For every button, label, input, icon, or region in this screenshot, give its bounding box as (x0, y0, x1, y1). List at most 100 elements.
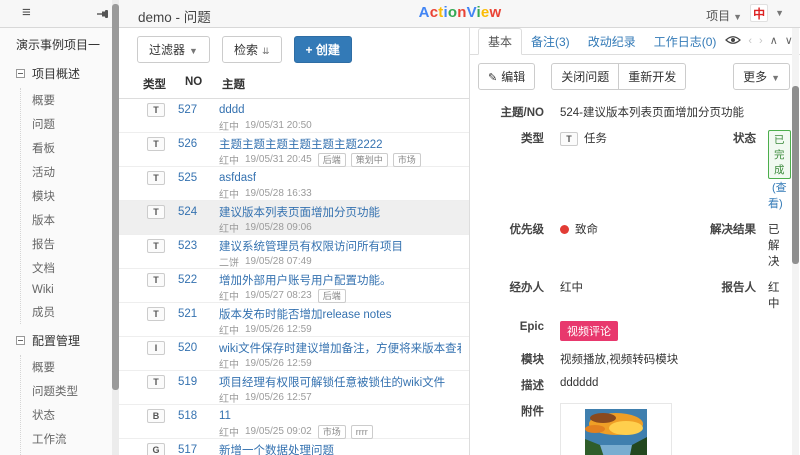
sidebar-item-模块[interactable]: 模块 (32, 184, 112, 208)
topbar: ≡ demo - 问题 ActionView 项目 ▼ 中 ▼ (0, 0, 800, 28)
sidebar-item-问题[interactable]: 问题 (32, 112, 112, 136)
issue-type-badge: I (147, 341, 165, 355)
detail-tab-工作日志(0)[interactable]: 工作日志(0) (645, 29, 726, 54)
issue-row[interactable]: G 517 新增一个数据处理问题 四条 19/05/23 17:01 (119, 439, 469, 455)
detail-tab-基本[interactable]: 基本 (478, 28, 523, 55)
issue-no-link[interactable]: 521 (178, 308, 206, 320)
issue-title-link[interactable]: 建议系统管理员有权限访问所有项目 (219, 238, 403, 254)
pin-icon[interactable] (96, 7, 110, 26)
attachment-thumbnail[interactable]: IMG_0012.JPG (560, 403, 672, 455)
issue-title-link[interactable]: 增加外部用户账号用户配置功能。 (219, 272, 392, 288)
detail-tab-备注(3)[interactable]: 备注(3) (522, 29, 579, 54)
sidebar-scrollbar[interactable] (112, 0, 119, 455)
project-menu-button[interactable]: 项目 ▼ (706, 7, 742, 24)
sidebar-item-文档[interactable]: 文档 (32, 256, 112, 280)
issue-row[interactable]: T 527 dddd 红中 19/05/31 20:50 (119, 99, 469, 133)
sidebar-item-报告[interactable]: 报告 (32, 232, 112, 256)
issue-assignee: 红中 (219, 360, 239, 371)
next-icon[interactable]: › (759, 36, 763, 47)
issue-no-link[interactable]: 518 (178, 410, 206, 422)
issue-no-link[interactable]: 520 (178, 342, 206, 354)
issue-title-link[interactable]: 主题主题主题主题主题主题2222 (219, 136, 383, 152)
sidebar-item-工作流[interactable]: 工作流 (32, 427, 112, 451)
watch-eye-icon[interactable] (725, 35, 742, 48)
issue-title-link[interactable]: 项目经理有权限可解锁任意被锁住的wiki文件 (219, 374, 445, 390)
create-button[interactable]: + 创建 (293, 36, 352, 63)
sidebar-section-header[interactable]: 项目概述 (16, 65, 112, 82)
field-label: 经办人 (509, 282, 545, 294)
issue-title-link[interactable]: wiki文件保存时建议增加备注，方便将来版本查看 (219, 340, 461, 356)
scrollbar-thumb[interactable] (792, 86, 799, 264)
issue-row[interactable]: T 522 增加外部用户账号用户配置功能。 红中 19/05/27 08:23 … (119, 269, 469, 303)
menu-icon[interactable]: ≡ (22, 4, 31, 21)
issue-tag: 市场 (317, 424, 346, 439)
issue-title-link[interactable]: 建议版本列表页面增加分页功能 (219, 204, 380, 220)
issue-assignee: 红中 (219, 292, 239, 303)
detail-tab-改动纪录[interactable]: 改动纪录 (579, 29, 645, 54)
logo-letter: e (480, 4, 490, 21)
issue-row[interactable]: B 518 11 红中 19/05/25 09:02 市场 rrrr (119, 405, 469, 439)
issue-no-link[interactable]: 525 (178, 172, 206, 184)
actionview-logo[interactable]: ActionView (419, 4, 502, 21)
sidebar-item-版本[interactable]: 版本 (32, 208, 112, 232)
issue-row[interactable]: T 519 项目经理有权限可解锁任意被锁住的wiki文件 红中 19/05/26… (119, 371, 469, 405)
prev-icon[interactable]: ‹ (748, 36, 752, 47)
issue-no-link[interactable]: 524 (178, 206, 206, 218)
issue-row[interactable]: T 526 主题主题主题主题主题主题2222 红中 19/05/31 20:45… (119, 133, 469, 167)
app-window: ≡ demo - 问题 ActionView 项目 ▼ 中 ▼ 演示事例项目一 项… (0, 0, 800, 455)
issue-row[interactable]: I 520 wiki文件保存时建议增加备注，方便将来版本查看 红中 19/05/… (119, 337, 469, 371)
workflow-button-group: 关闭问题 重新开发 (551, 63, 687, 90)
issue-title-link[interactable]: asfdasf (219, 172, 256, 184)
column-no: NO (185, 76, 203, 88)
issue-title-link[interactable]: 版本发布时能否增加release notes (219, 306, 392, 322)
close-issue-button[interactable]: 关闭问题 (551, 63, 620, 90)
sidebar-item-字段[interactable]: 字段 (32, 451, 112, 455)
sidebar-item-概要[interactable]: 概要 (32, 355, 112, 379)
collapse-minus-icon[interactable] (16, 69, 25, 78)
issue-row[interactable]: T 521 版本发布时能否增加release notes 红中 19/05/26… (119, 303, 469, 337)
search-button[interactable]: 检索 ⇊ (221, 36, 282, 63)
collapse-minus-icon[interactable] (16, 336, 25, 345)
issue-no-link[interactable]: 519 (178, 376, 206, 388)
scrollbar-thumb[interactable] (112, 4, 119, 390)
filter-button[interactable]: 过滤器 ▼ (137, 36, 210, 63)
edit-button[interactable]: ✎ 编辑 (478, 63, 536, 90)
issue-time: 19/05/26 12:59 (245, 358, 312, 369)
issue-no-link[interactable]: 522 (178, 274, 206, 286)
priority-dot-icon (560, 225, 569, 234)
issue-row[interactable]: T 525 asfdasf 红中 19/05/28 16:33 (119, 167, 469, 201)
state-badge: 已完成 (768, 130, 791, 179)
issue-tag: 市场 (392, 152, 421, 167)
user-avatar-menu[interactable]: 中 ▼ (750, 4, 784, 22)
sidebar-item-概要[interactable]: 概要 (32, 88, 112, 112)
issue-row[interactable]: T 524 建议版本列表页面增加分页功能 红中 19/05/28 09:06 (119, 201, 469, 235)
epic-value: 视频评论 (560, 321, 618, 341)
issue-title-link[interactable]: 11 (219, 410, 231, 422)
sidebar-item-Wiki[interactable]: Wiki (32, 280, 112, 300)
issue-row[interactable]: T 523 建议系统管理员有权限访问所有项目 二饼 19/05/28 07:49 (119, 235, 469, 269)
up-icon[interactable]: ∧ (770, 36, 778, 47)
issue-tag: 策划中 (350, 152, 388, 167)
issue-no-link[interactable]: 527 (178, 104, 206, 116)
project-menu-label: 项目 (706, 9, 731, 23)
detail-scrollbar[interactable] (792, 28, 799, 455)
field-label: Epic (519, 321, 544, 333)
issue-no-link[interactable]: 526 (178, 138, 206, 150)
issue-no-link[interactable]: 523 (178, 240, 206, 252)
field-label: 报告人 (721, 282, 757, 294)
issue-title-link[interactable]: 新增一个数据处理问题 (219, 442, 334, 455)
sidebar-item-看板[interactable]: 看板 (32, 136, 112, 160)
detail-fields: 主题/NO 524-建议版本列表页面增加分页功能 类型 T 任务 状态 已完成 (查… (470, 98, 800, 455)
sidebar-section-header[interactable]: 配置管理 (16, 332, 112, 349)
sidebar-item-成员[interactable]: 成员 (32, 300, 112, 324)
field-label: 主题/NO (500, 107, 544, 119)
sidebar-item-问题类型[interactable]: 问题类型 (32, 379, 112, 403)
view-workflow-link[interactable]: (查看) (768, 182, 787, 210)
issue-no-link[interactable]: 517 (178, 444, 206, 455)
issue-title-link[interactable]: dddd (219, 104, 245, 116)
sidebar-item-活动[interactable]: 活动 (32, 160, 112, 184)
more-button[interactable]: 更多 ▼ (733, 63, 790, 90)
epic-badge[interactable]: 视频评论 (560, 321, 618, 341)
sidebar-item-状态[interactable]: 状态 (32, 403, 112, 427)
reopen-button[interactable]: 重新开发 (618, 63, 687, 90)
